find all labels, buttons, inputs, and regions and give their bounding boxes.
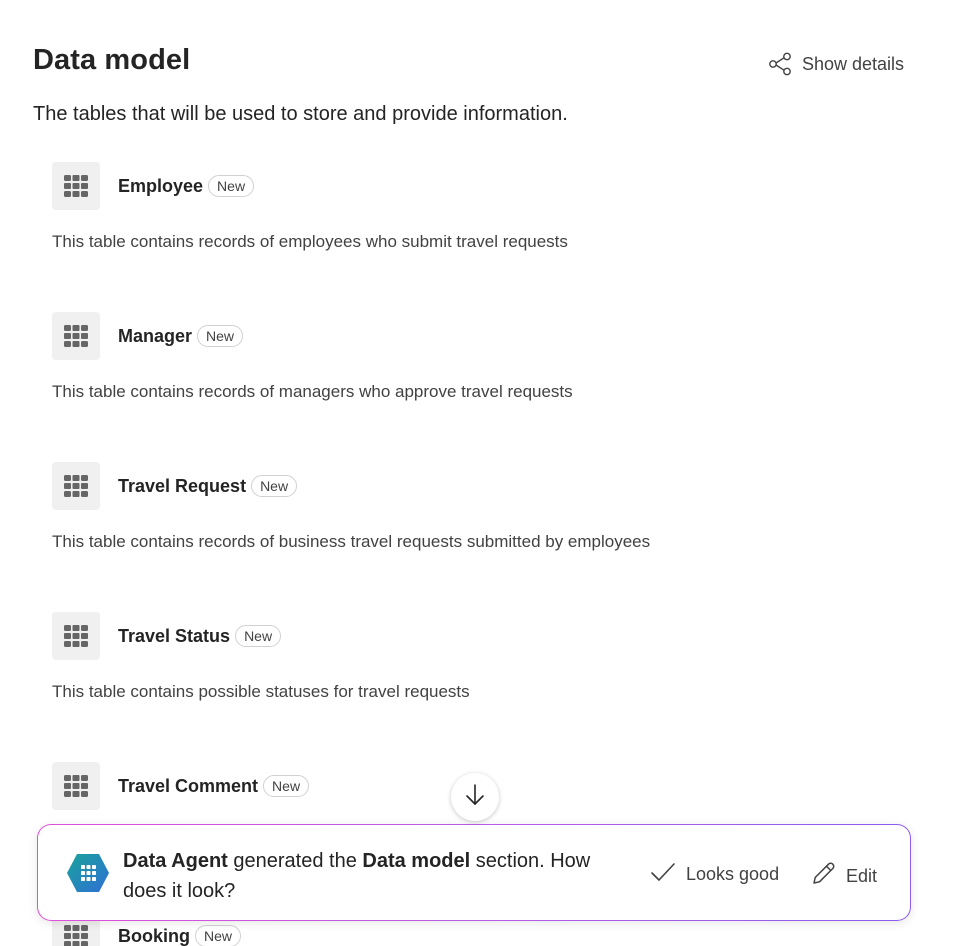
table-entry-employee: Employee New This table contains records…: [52, 162, 912, 252]
agent-message: Data Agent generated the Data model sect…: [123, 846, 633, 906]
table-name: Travel Request: [118, 475, 247, 496]
relationship-nodes-icon: [768, 51, 794, 77]
table-entry-travel-status: Travel Status New This table contains po…: [52, 612, 912, 702]
checkmark-icon: [650, 861, 676, 888]
agent-name: Data Agent: [123, 850, 228, 872]
table-description: This table contains records of managers …: [52, 382, 573, 401]
table-name: Booking: [118, 925, 190, 946]
agent-message-text: generated the: [227, 850, 363, 872]
table-entry-travel-request: Travel Request New This table contains r…: [52, 462, 912, 552]
table-grid-icon: [52, 312, 100, 360]
agent-review-bar: Data Agent generated the Data model sect…: [37, 824, 911, 921]
table-name: Employee: [118, 175, 204, 196]
table-name: Travel Status: [118, 625, 231, 646]
new-badge: New: [263, 775, 310, 797]
new-badge: New: [197, 325, 244, 347]
table-entry-manager: Manager New This table contains records …: [52, 312, 912, 402]
table-grid-icon: [52, 762, 100, 810]
arrow-down-icon: [463, 783, 487, 812]
show-details-button[interactable]: Show details: [768, 50, 904, 78]
table-description: This table contains possible statuses fo…: [52, 682, 470, 701]
looks-good-label: Looks good: [686, 864, 780, 884]
page-title: Data model: [33, 44, 191, 76]
data-model-page: Data model Show details The tables that …: [0, 0, 958, 946]
new-badge: New: [251, 475, 298, 497]
table-grid-icon: [52, 612, 100, 660]
new-badge: New: [208, 175, 255, 197]
looks-good-button[interactable]: Looks good: [650, 861, 779, 888]
table-grid-icon: [52, 462, 100, 510]
section-name: Data model: [362, 850, 471, 872]
show-details-label: Show details: [802, 53, 905, 74]
new-badge: New: [195, 925, 242, 946]
new-badge: New: [235, 625, 282, 647]
edit-label: Edit: [846, 866, 878, 886]
pencil-icon: [810, 861, 836, 892]
table-grid-icon: [52, 162, 100, 210]
page-subtitle: The tables that will be used to store an…: [33, 103, 568, 125]
table-name: Travel Comment: [118, 775, 259, 796]
edit-button[interactable]: Edit: [810, 861, 877, 892]
scroll-down-button[interactable]: [451, 773, 499, 821]
table-description: This table contains records of business …: [52, 532, 651, 551]
hexagon-table-icon: [65, 852, 111, 899]
table-description: This table contains records of employees…: [52, 232, 568, 251]
table-name: Manager: [118, 325, 193, 346]
